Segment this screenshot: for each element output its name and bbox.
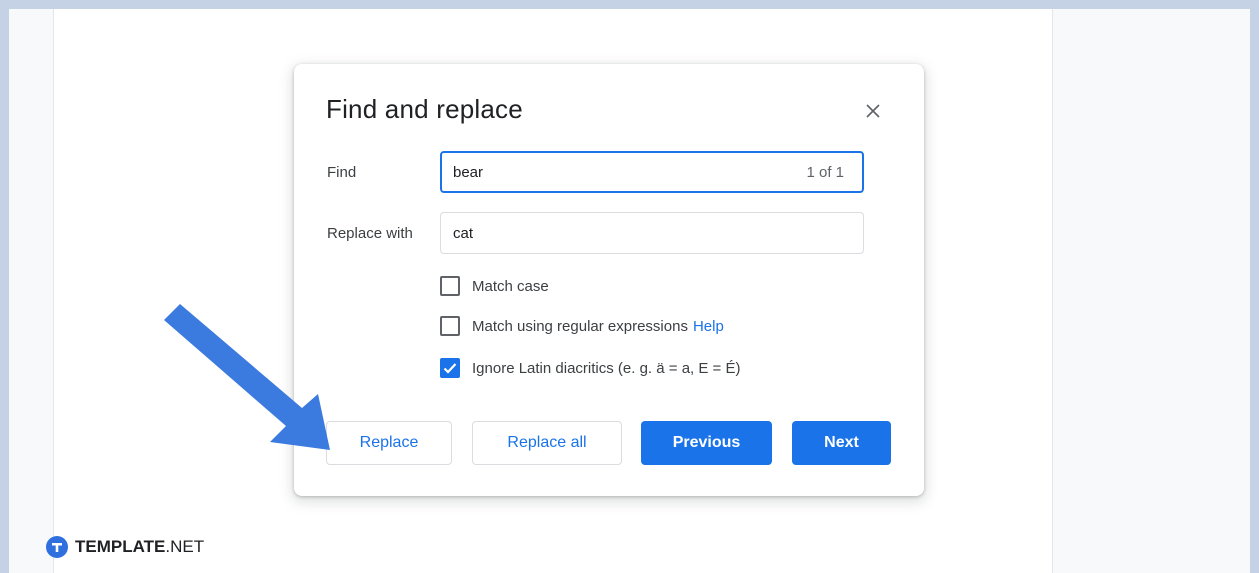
dialog-title: Find and replace [326,94,523,124]
find-label: Find [327,164,357,181]
previous-button[interactable]: Previous [641,421,772,465]
annotation-arrow-icon [164,304,330,450]
replace-input-value: cat [453,224,474,242]
find-input[interactable]: bear 1 of 1 [440,151,864,193]
left-gutter [9,9,53,573]
diacritics-label: Ignore Latin diacritics (e. g. ä = a, E … [472,359,741,377]
regex-checkbox[interactable] [440,316,460,336]
help-link[interactable]: Help [693,318,724,335]
diacritics-checkbox[interactable] [440,358,460,378]
diacritics-option[interactable]: Ignore Latin diacritics (e. g. ä = a, E … [440,358,740,378]
watermark-suffix: .NET [165,537,205,556]
replace-all-button[interactable]: Replace all [472,421,622,465]
replace-label: Replace with [327,225,413,242]
watermark-name: TEMPLATE [75,537,166,556]
match-case-option[interactable]: Match case [440,276,549,296]
close-icon [866,104,880,118]
replace-input[interactable]: cat [440,212,864,254]
match-case-label: Match case [472,277,549,295]
close-button[interactable] [860,98,886,124]
find-input-value: bear [453,163,484,181]
next-button[interactable]: Next [792,421,891,465]
match-case-checkbox[interactable] [440,276,460,296]
regex-label: Match using regular expressions [472,317,688,335]
template-logo-icon [46,536,68,558]
match-count: 1 of 1 [806,163,844,181]
watermark-logo: TEMPLATE .NET [46,536,204,558]
checkmark-icon [443,363,457,374]
regex-option[interactable]: Match using regular expressions Help [440,316,724,336]
find-replace-dialog: Find and replace Find bear 1 of 1 Replac… [294,64,924,496]
